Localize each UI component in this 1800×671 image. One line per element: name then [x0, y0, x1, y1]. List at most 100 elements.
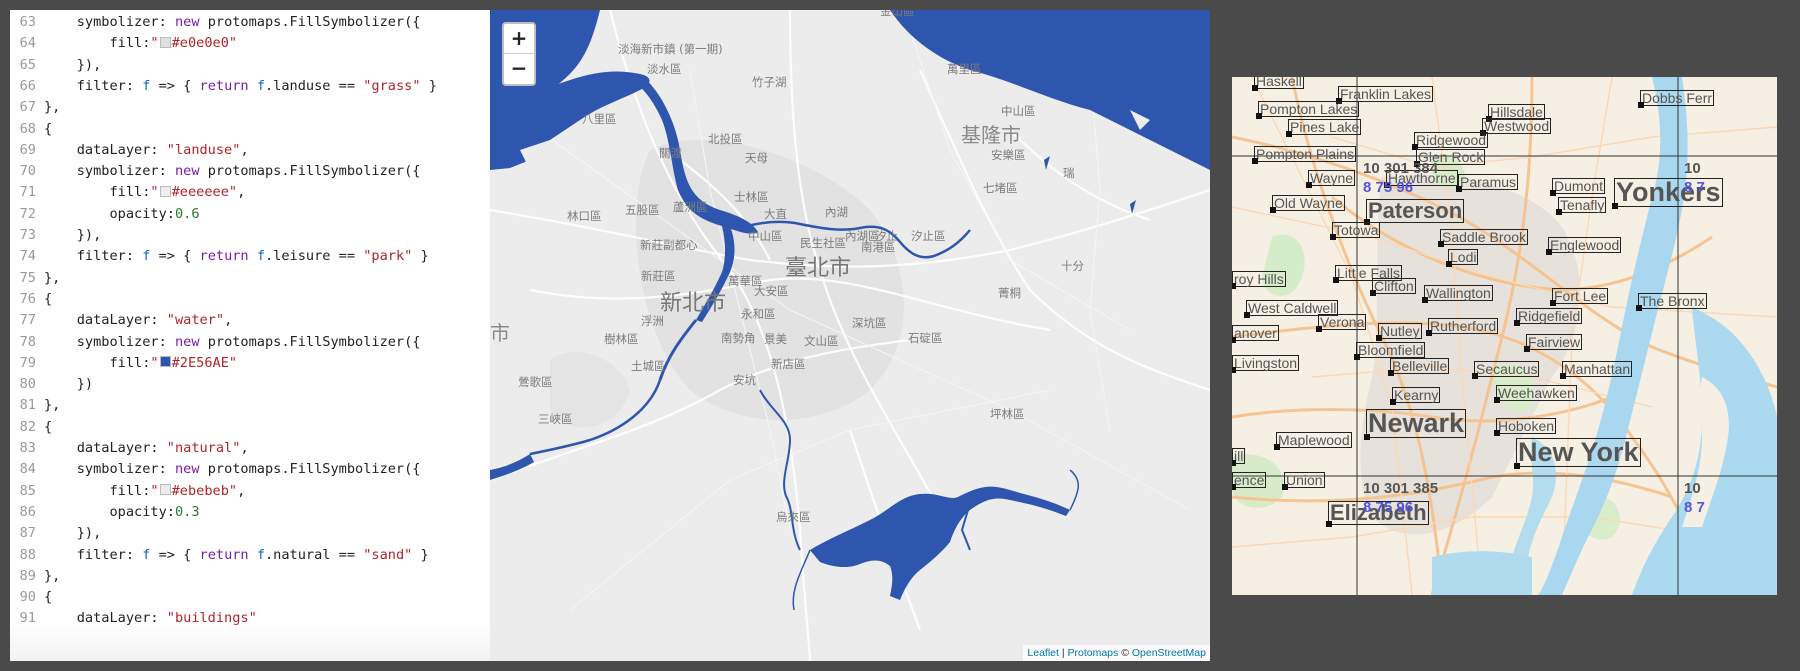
place-label: Livingston — [1232, 355, 1300, 373]
place-label-text: Lodi — [1450, 249, 1477, 265]
code-line[interactable]: 88 filter: f => { return f.natural == "s… — [10, 545, 490, 566]
line-number: 76 — [19, 290, 36, 307]
code-line[interactable]: 75}, — [10, 268, 490, 289]
place-label: 新莊區 — [641, 269, 676, 283]
place-anchor-dot — [1270, 207, 1276, 213]
place-anchor-dot — [1560, 373, 1566, 379]
place-label: anover — [1232, 325, 1279, 343]
place-label-text: Fairview — [1528, 334, 1581, 350]
tile-zxy-text: 10 301 384 — [1363, 160, 1439, 177]
line-number: 65 — [19, 56, 36, 73]
place-anchor-dot — [1550, 190, 1556, 196]
code-line[interactable]: 69 dataLayer: "landuse", — [10, 140, 490, 161]
place-label: Totowa — [1330, 222, 1381, 240]
nyc-tile-debug-map[interactable]: Haskell Franklin Lakes Pompton Lakes Hillsd… — [1232, 77, 1777, 595]
place-anchor-dot — [1456, 186, 1462, 192]
code-editor[interactable]: 63 symbolizer: new protomaps.FillSymboli… — [10, 10, 490, 661]
place-label: 永和區 — [741, 307, 776, 321]
code-token: => { — [150, 248, 200, 265]
code-token: => { — [150, 546, 200, 563]
place-label-text: Westwood — [1484, 118, 1550, 134]
code-token: }, — [44, 269, 61, 286]
code-line[interactable]: 72 opacity:0.6 — [10, 204, 490, 225]
place-label: Bloomfield — [1354, 342, 1426, 360]
code-line[interactable]: 83 dataLayer: "natural", — [10, 438, 490, 459]
place-label: Newark — [1364, 409, 1467, 440]
place-anchor-dot — [1370, 290, 1376, 296]
code-line[interactable]: 90 { — [10, 587, 490, 608]
code-token: filter: — [44, 546, 143, 563]
place-anchor-dot — [1232, 460, 1236, 466]
place-label-text: Kearny — [1394, 387, 1439, 403]
place-label-text: Dumont — [1554, 178, 1604, 194]
place-label: 大直 — [764, 207, 787, 221]
place-label-text: Pompton Plains — [1256, 146, 1355, 162]
taipei-protomaps-map[interactable]: 金山區 淡海新市鎮 (第一期) 淡水區 竹子湖 萬里區 八里區 北投區 中山區 基隆市 關渡 天母安… — [490, 10, 1210, 661]
code-line[interactable]: 81}, — [10, 395, 490, 416]
line-code: }, — [44, 268, 60, 289]
code-line[interactable]: 80 }) — [10, 374, 490, 395]
place-label-text: Wallington — [1426, 285, 1491, 301]
line-code: opacity:0.3 — [44, 502, 199, 523]
code-line[interactable]: 79 fill:" #2E56AE" — [10, 353, 490, 374]
place-anchor-dot — [1354, 354, 1360, 360]
place-label: 安樂區 — [991, 148, 1026, 162]
place-label-text: Weehawken — [1498, 385, 1575, 401]
line-number: 84 — [19, 461, 36, 478]
code-line[interactable]: 78 symbolizer: new protomaps.FillSymboli… — [10, 332, 490, 353]
line-code: { — [44, 289, 52, 310]
code-line[interactable]: 86 opacity:0.3 — [10, 502, 490, 523]
code-line[interactable]: 89}, — [10, 566, 490, 587]
code-line[interactable]: 68 { — [10, 119, 490, 140]
leaflet-link[interactable]: Leaflet — [1027, 647, 1059, 659]
place-label: Union — [1282, 472, 1325, 490]
code-token: protomaps.FillSymbolizer({ — [199, 461, 421, 478]
code-line[interactable]: 65 }), — [10, 55, 490, 76]
code-token: .leisure == — [265, 248, 364, 265]
zoom-out-button[interactable]: − — [504, 54, 534, 83]
place-anchor-dot — [1316, 326, 1322, 332]
code-line[interactable]: 63 symbolizer: new protomaps.FillSymboli… — [10, 12, 490, 33]
line-number: 72 — [19, 205, 36, 222]
protomaps-link[interactable]: Protomaps — [1068, 647, 1119, 659]
code-line[interactable]: 76 { — [10, 289, 490, 310]
code-line[interactable]: 71 fill:" #eeeeee", — [10, 182, 490, 203]
code-line[interactable]: 87 }), — [10, 523, 490, 544]
line-code: fill:" #eeeeee", — [44, 182, 245, 203]
line-number: 88 — [19, 546, 36, 563]
code-line[interactable]: 77 dataLayer: "water", — [10, 310, 490, 331]
place-label-text: Livingston — [1234, 355, 1298, 371]
place-label: Dobbs Ferr — [1638, 90, 1715, 108]
code-token: return — [199, 77, 249, 94]
code-token: "park" — [363, 248, 413, 265]
zoom-in-button[interactable]: + — [504, 24, 534, 54]
line-number: 79 — [19, 354, 36, 371]
place-anchor-dot — [1376, 335, 1382, 341]
color-swatch-icon — [159, 484, 171, 496]
code-token: return — [199, 546, 249, 563]
place-label: Secaucus — [1472, 361, 1540, 379]
code-line[interactable]: 73 }), — [10, 225, 490, 246]
place-label: 內湖 — [825, 205, 848, 219]
code-line[interactable]: 85 fill:" #ebebeb", — [10, 481, 490, 502]
place-anchor-dot — [1636, 305, 1642, 311]
place-label: New York — [1514, 438, 1641, 469]
tile-coordinate: 10 301 385 8 75 96 — [1363, 479, 1438, 517]
line-number: 63 — [19, 14, 36, 30]
code-line[interactable]: 74 filter: f => { return f.leisure == "p… — [10, 246, 490, 267]
place-anchor-dot — [1472, 373, 1478, 379]
code-line[interactable]: 84 symbolizer: new protomaps.FillSymboli… — [10, 459, 490, 480]
code-token: }), — [44, 525, 102, 542]
code-token: , — [224, 312, 233, 329]
code-line[interactable]: 64 fill:" #e0e0e0" — [10, 33, 490, 54]
place-label: 萬里區 — [947, 62, 982, 76]
code-line[interactable]: 70 symbolizer: new protomaps.FillSymboli… — [10, 161, 490, 182]
openstreetmap-link[interactable]: OpenStreetMap — [1132, 647, 1206, 659]
place-label: 基隆市 — [961, 123, 1021, 147]
code-token: "grass" — [363, 77, 421, 94]
place-label: 北投區 — [708, 132, 743, 146]
code-line[interactable]: 67}, — [10, 97, 490, 118]
code-line[interactable]: 66 filter: f => { return f.landuse == "g… — [10, 76, 490, 97]
code-line[interactable]: 82 { — [10, 417, 490, 438]
